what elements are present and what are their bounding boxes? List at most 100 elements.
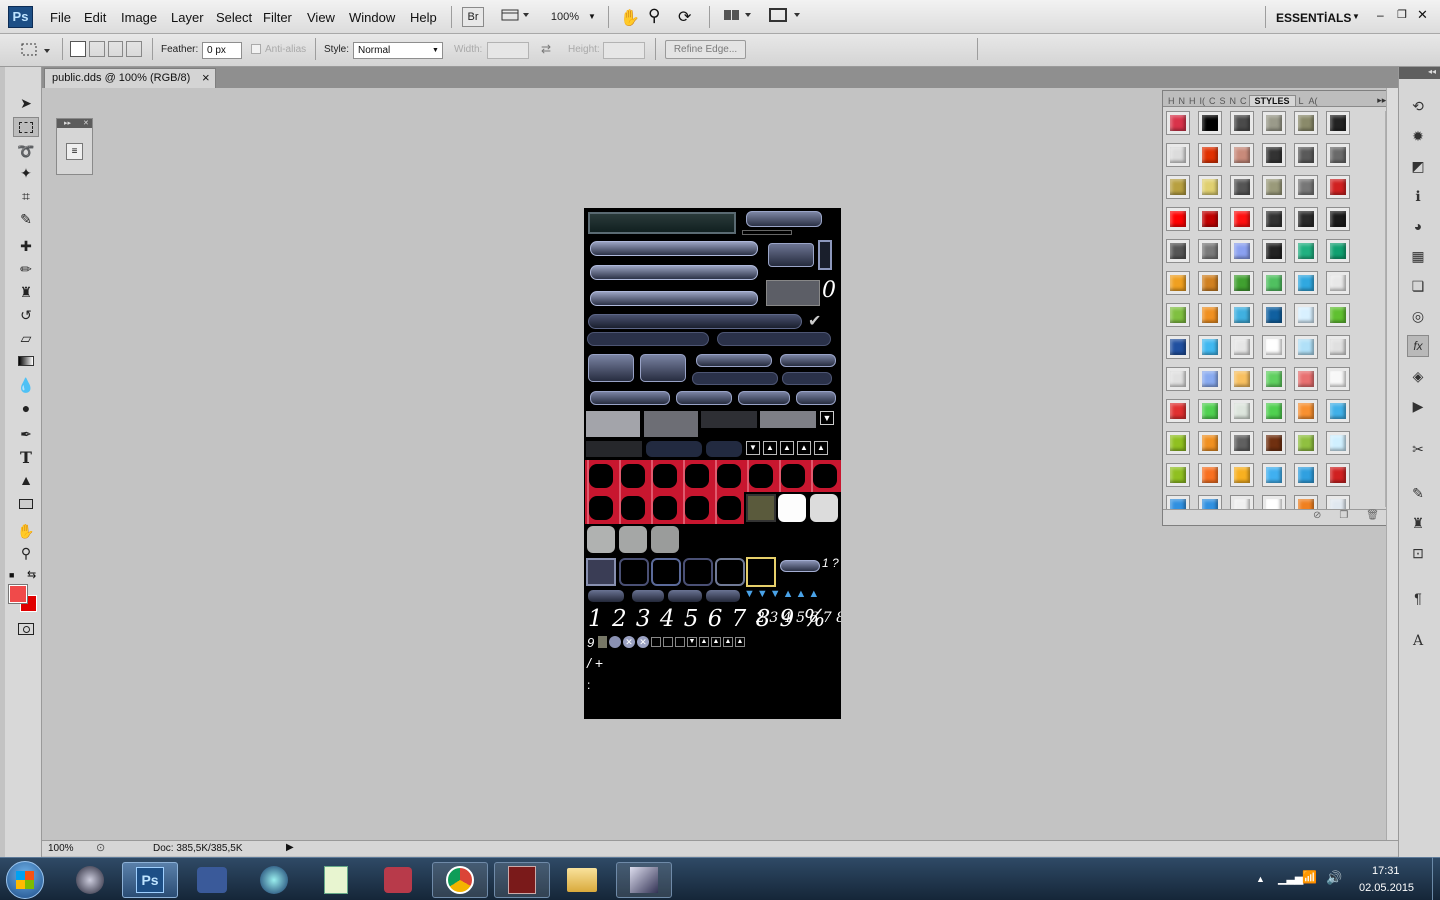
style-swatch[interactable] (1262, 335, 1286, 359)
document-canvas[interactable]: 0 ✔ ▼ ▼ ▲ ▲ ▲ ▲ 1 ? ▼▼▼▲▲▲ 1 2 3 4 5 6 7… (584, 208, 841, 719)
clock-date[interactable]: 02.05.2015 (1359, 882, 1414, 894)
view-extras-button[interactable] (498, 7, 534, 27)
quick-mask-icon[interactable] (13, 619, 39, 639)
style-swatch[interactable] (1294, 239, 1318, 263)
document-tab[interactable]: public.dds @ 100% (RGB/8) × (44, 68, 216, 88)
style-swatch[interactable] (1166, 495, 1190, 509)
vertical-scrollbar[interactable] (1386, 88, 1398, 840)
delete-style-icon[interactable]: 🗑 (1366, 510, 1379, 525)
style-swatch[interactable] (1198, 239, 1222, 263)
style-swatch[interactable] (1230, 303, 1254, 327)
taskbar-app-notepad[interactable] (308, 862, 364, 898)
eyedropper-tool-icon[interactable]: ✎ (13, 209, 39, 229)
style-swatch[interactable] (1198, 335, 1222, 359)
actions-panel-icon[interactable]: ▶ (1407, 395, 1429, 417)
workspace-switcher[interactable]: ESSENTİALS (1276, 11, 1351, 25)
style-swatch[interactable] (1230, 399, 1254, 423)
style-swatch[interactable] (1198, 303, 1222, 327)
panel-tab-swatches[interactable]: S (1218, 96, 1228, 106)
style-swatch[interactable] (1326, 367, 1350, 391)
signal-icon[interactable]: 📶 (1302, 870, 1317, 884)
style-swatch[interactable] (1262, 463, 1286, 487)
swap-icon[interactable]: ⇄ (541, 42, 551, 56)
style-swatch[interactable] (1262, 431, 1286, 455)
crop-tool-icon[interactable]: ⌗ (13, 186, 39, 206)
brushes-panel-icon[interactable]: ✎ (1407, 482, 1429, 504)
zoom-level-select[interactable]: 100% (545, 7, 585, 27)
style-swatch[interactable] (1326, 143, 1350, 167)
menu-edit[interactable]: Edit (84, 10, 106, 25)
dock-collapse-icon[interactable]: ◂◂ (1399, 67, 1440, 79)
lasso-tool-icon[interactable]: ➰ (13, 141, 39, 161)
history-brush-tool-icon[interactable]: ↺ (13, 305, 39, 325)
style-swatch[interactable] (1326, 335, 1350, 359)
type-tool-icon[interactable]: T (13, 447, 39, 467)
style-swatch[interactable] (1294, 175, 1318, 199)
new-selection-icon[interactable] (70, 41, 86, 57)
style-swatch[interactable] (1166, 335, 1190, 359)
menu-help[interactable]: Help (410, 10, 437, 25)
antialias-checkbox[interactable] (251, 44, 261, 54)
style-swatch[interactable] (1230, 111, 1254, 135)
style-swatch[interactable] (1166, 271, 1190, 295)
style-swatch[interactable] (1198, 111, 1222, 135)
rect-marquee-tool-icon[interactable] (13, 117, 39, 137)
zoom-level-field[interactable]: 100% (48, 843, 74, 854)
photoshop-logo[interactable]: Ps (8, 6, 33, 28)
status-preview-icon[interactable]: ⊙ (96, 841, 105, 854)
style-swatch[interactable] (1326, 111, 1350, 135)
eraser-tool-icon[interactable]: ▱ (13, 328, 39, 348)
taskbar-app-explorer[interactable] (554, 862, 610, 898)
gradient-tool-icon[interactable] (13, 351, 39, 371)
panel-tab-channels[interactable]: C (1238, 96, 1249, 106)
shape-tool-icon[interactable] (13, 494, 39, 514)
styles-panel-icon[interactable]: fx (1407, 335, 1429, 357)
style-swatch[interactable] (1294, 335, 1318, 359)
rotate-view-icon[interactable]: ⟳ (678, 7, 691, 27)
status-menu-arrow-icon[interactable]: ▶ (286, 842, 294, 853)
style-swatch[interactable] (1262, 143, 1286, 167)
menu-view[interactable]: View (307, 10, 335, 25)
style-swatch[interactable] (1326, 399, 1350, 423)
style-swatch[interactable] (1262, 399, 1286, 423)
panel-tab-layers[interactable]: L (1296, 96, 1307, 106)
style-swatch[interactable] (1294, 495, 1318, 509)
style-swatch[interactable] (1326, 271, 1350, 295)
panel-tab-histogram[interactable]: H (1166, 96, 1177, 106)
add-selection-icon[interactable] (88, 41, 105, 57)
style-swatch[interactable] (1326, 463, 1350, 487)
style-select[interactable]: Normal (353, 42, 443, 59)
style-swatch[interactable] (1230, 207, 1254, 231)
swap-colors-icon[interactable]: ⇆ (27, 568, 36, 581)
hand-icon[interactable]: ✋ (620, 8, 640, 28)
close-tab-icon[interactable]: × (202, 69, 210, 87)
taskbar-app-media[interactable] (246, 862, 302, 898)
character-panel-icon[interactable]: A (1407, 630, 1429, 652)
style-swatch[interactable] (1262, 303, 1286, 327)
tool-presets-icon[interactable]: ✂ (1407, 438, 1429, 460)
bridge-button[interactable]: Br (462, 7, 484, 27)
style-swatch[interactable] (1166, 143, 1190, 167)
style-swatch[interactable] (1198, 399, 1222, 423)
navigator-panel-icon[interactable]: ✹ (1407, 125, 1429, 147)
foreground-color-swatch[interactable] (8, 584, 28, 604)
dodge-tool-icon[interactable]: ● (13, 398, 39, 418)
taskbar-app-reader[interactable] (370, 862, 426, 898)
style-swatch[interactable] (1166, 463, 1190, 487)
panel-tab-color[interactable]: C (1207, 96, 1218, 106)
style-swatch[interactable] (1326, 495, 1350, 509)
style-swatch[interactable] (1262, 111, 1286, 135)
healing-brush-tool-icon[interactable]: ✚ (13, 236, 39, 256)
style-swatch[interactable] (1262, 207, 1286, 231)
menu-window[interactable]: Window (349, 10, 395, 25)
style-swatch[interactable] (1230, 463, 1254, 487)
move-tool-icon[interactable]: ➤ (13, 93, 39, 113)
menu-image[interactable]: Image (121, 10, 157, 25)
menu-layer[interactable]: Layer (171, 10, 204, 25)
style-swatch[interactable] (1166, 175, 1190, 199)
feather-input[interactable]: 0 px (202, 42, 242, 59)
style-swatch[interactable] (1262, 239, 1286, 263)
style-swatch[interactable] (1294, 271, 1318, 295)
default-colors-icon[interactable]: ■ (9, 570, 14, 580)
transform-panel-icon[interactable]: ⊡ (1407, 542, 1429, 564)
